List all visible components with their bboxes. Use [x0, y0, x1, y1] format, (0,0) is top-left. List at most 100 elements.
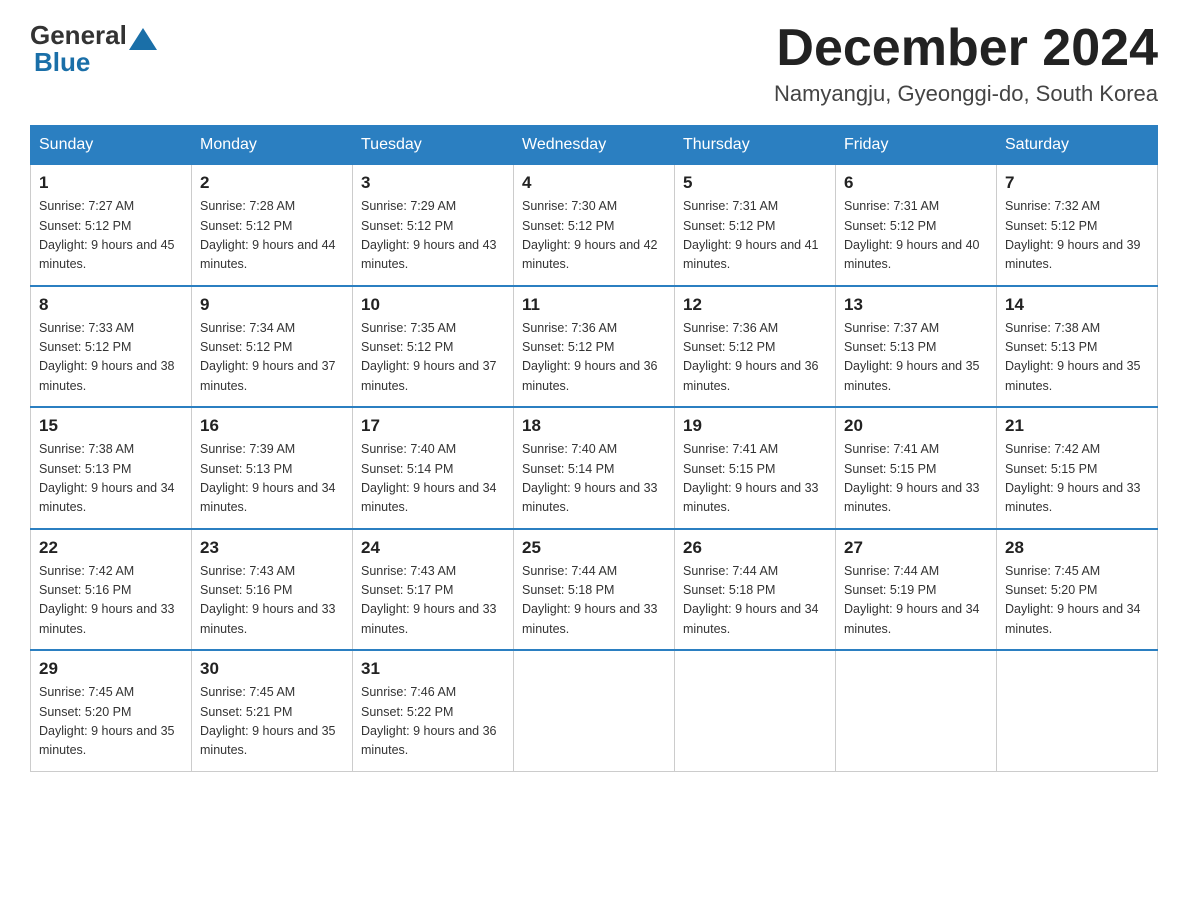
day-number: 15: [39, 416, 183, 436]
day-number: 10: [361, 295, 505, 315]
day-number: 11: [522, 295, 666, 315]
table-row: 14 Sunrise: 7:38 AMSunset: 5:13 PMDayligh…: [997, 286, 1158, 408]
day-info: Sunrise: 7:27 AMSunset: 5:12 PMDaylight:…: [39, 197, 183, 275]
day-number: 6: [844, 173, 988, 193]
calendar-week-row: 8 Sunrise: 7:33 AMSunset: 5:12 PMDaylight…: [31, 286, 1158, 408]
table-row: 24 Sunrise: 7:43 AMSunset: 5:17 PMDayligh…: [353, 529, 514, 651]
day-number: 31: [361, 659, 505, 679]
day-number: 3: [361, 173, 505, 193]
table-row: [675, 650, 836, 771]
table-row: 8 Sunrise: 7:33 AMSunset: 5:12 PMDaylight…: [31, 286, 192, 408]
day-info: Sunrise: 7:38 AMSunset: 5:13 PMDaylight:…: [1005, 319, 1149, 397]
day-info: Sunrise: 7:43 AMSunset: 5:16 PMDaylight:…: [200, 562, 344, 640]
table-row: 23 Sunrise: 7:43 AMSunset: 5:16 PMDayligh…: [192, 529, 353, 651]
day-number: 22: [39, 538, 183, 558]
day-info: Sunrise: 7:30 AMSunset: 5:12 PMDaylight:…: [522, 197, 666, 275]
table-row: 7 Sunrise: 7:32 AMSunset: 5:12 PMDaylight…: [997, 165, 1158, 286]
day-info: Sunrise: 7:36 AMSunset: 5:12 PMDaylight:…: [683, 319, 827, 397]
day-number: 30: [200, 659, 344, 679]
day-number: 2: [200, 173, 344, 193]
table-row: 1 Sunrise: 7:27 AMSunset: 5:12 PMDaylight…: [31, 165, 192, 286]
table-row: [997, 650, 1158, 771]
day-number: 19: [683, 416, 827, 436]
header-tuesday: Tuesday: [353, 126, 514, 165]
logo: General Blue: [30, 20, 159, 78]
header-wednesday: Wednesday: [514, 126, 675, 165]
table-row: 22 Sunrise: 7:42 AMSunset: 5:16 PMDayligh…: [31, 529, 192, 651]
day-info: Sunrise: 7:36 AMSunset: 5:12 PMDaylight:…: [522, 319, 666, 397]
table-row: 19 Sunrise: 7:41 AMSunset: 5:15 PMDayligh…: [675, 407, 836, 529]
day-info: Sunrise: 7:41 AMSunset: 5:15 PMDaylight:…: [844, 440, 988, 518]
day-info: Sunrise: 7:44 AMSunset: 5:19 PMDaylight:…: [844, 562, 988, 640]
day-info: Sunrise: 7:31 AMSunset: 5:12 PMDaylight:…: [844, 197, 988, 275]
day-number: 26: [683, 538, 827, 558]
day-info: Sunrise: 7:45 AMSunset: 5:21 PMDaylight:…: [200, 683, 344, 761]
logo-triangle-icon: [129, 28, 157, 50]
header-sunday: Sunday: [31, 126, 192, 165]
day-number: 9: [200, 295, 344, 315]
table-row: 25 Sunrise: 7:44 AMSunset: 5:18 PMDayligh…: [514, 529, 675, 651]
day-info: Sunrise: 7:44 AMSunset: 5:18 PMDaylight:…: [522, 562, 666, 640]
table-row: 20Sunrise: 7:41 AMSunset: 5:15 PMDayligh…: [836, 407, 997, 529]
day-number: 23: [200, 538, 344, 558]
table-row: 30 Sunrise: 7:45 AMSunset: 5:21 PMDayligh…: [192, 650, 353, 771]
table-row: [836, 650, 997, 771]
day-info: Sunrise: 7:40 AMSunset: 5:14 PMDaylight:…: [522, 440, 666, 518]
table-row: 17 Sunrise: 7:40 AMSunset: 5:14 PMDayligh…: [353, 407, 514, 529]
month-year-title: December 2024: [774, 20, 1158, 77]
calendar-week-row: 29Sunrise: 7:45 AMSunset: 5:20 PMDayligh…: [31, 650, 1158, 771]
day-number: 4: [522, 173, 666, 193]
day-number: 29: [39, 659, 183, 679]
calendar-table: Sunday Monday Tuesday Wednesday Thursday…: [30, 125, 1158, 772]
day-number: 7: [1005, 173, 1149, 193]
day-info: Sunrise: 7:38 AMSunset: 5:13 PMDaylight:…: [39, 440, 183, 518]
table-row: 31Sunrise: 7:46 AMSunset: 5:22 PMDayligh…: [353, 650, 514, 771]
day-number: 24: [361, 538, 505, 558]
header-monday: Monday: [192, 126, 353, 165]
day-number: 1: [39, 173, 183, 193]
table-row: 9 Sunrise: 7:34 AMSunset: 5:12 PMDaylight…: [192, 286, 353, 408]
day-info: Sunrise: 7:34 AMSunset: 5:12 PMDaylight:…: [200, 319, 344, 397]
day-info: Sunrise: 7:29 AMSunset: 5:12 PMDaylight:…: [361, 197, 505, 275]
table-row: 11 Sunrise: 7:36 AMSunset: 5:12 PMDayligh…: [514, 286, 675, 408]
header-thursday: Thursday: [675, 126, 836, 165]
day-number: 21: [1005, 416, 1149, 436]
day-info: Sunrise: 7:43 AMSunset: 5:17 PMDaylight:…: [361, 562, 505, 640]
table-row: 3 Sunrise: 7:29 AMSunset: 5:12 PMDaylight…: [353, 165, 514, 286]
table-row: 5 Sunrise: 7:31 AMSunset: 5:12 PMDaylight…: [675, 165, 836, 286]
location-subtitle: Namyangju, Gyeonggi-do, South Korea: [774, 81, 1158, 107]
logo-blue: Blue: [34, 47, 90, 77]
header: General Blue December 2024 Namyangju, Gy…: [30, 20, 1158, 107]
day-info: Sunrise: 7:33 AMSunset: 5:12 PMDaylight:…: [39, 319, 183, 397]
table-row: 27Sunrise: 7:44 AMSunset: 5:19 PMDayligh…: [836, 529, 997, 651]
table-row: 2 Sunrise: 7:28 AMSunset: 5:12 PMDaylight…: [192, 165, 353, 286]
day-number: 25: [522, 538, 666, 558]
day-number: 17: [361, 416, 505, 436]
day-info: Sunrise: 7:39 AMSunset: 5:13 PMDaylight:…: [200, 440, 344, 518]
table-row: 26 Sunrise: 7:44 AMSunset: 5:18 PMDayligh…: [675, 529, 836, 651]
day-number: 18: [522, 416, 666, 436]
table-row: 12Sunrise: 7:36 AMSunset: 5:12 PMDayligh…: [675, 286, 836, 408]
table-row: 15 Sunrise: 7:38 AMSunset: 5:13 PMDayligh…: [31, 407, 192, 529]
day-number: 5: [683, 173, 827, 193]
table-row: 4 Sunrise: 7:30 AMSunset: 5:12 PMDaylight…: [514, 165, 675, 286]
day-info: Sunrise: 7:40 AMSunset: 5:14 PMDaylight:…: [361, 440, 505, 518]
table-row: 29Sunrise: 7:45 AMSunset: 5:20 PMDayligh…: [31, 650, 192, 771]
table-row: 16 Sunrise: 7:39 AMSunset: 5:13 PMDayligh…: [192, 407, 353, 529]
day-number: 28: [1005, 538, 1149, 558]
day-info: Sunrise: 7:42 AMSunset: 5:16 PMDaylight:…: [39, 562, 183, 640]
day-info: Sunrise: 7:32 AMSunset: 5:12 PMDaylight:…: [1005, 197, 1149, 275]
day-number: 14: [1005, 295, 1149, 315]
header-friday: Friday: [836, 126, 997, 165]
day-info: Sunrise: 7:28 AMSunset: 5:12 PMDaylight:…: [200, 197, 344, 275]
days-of-week-row: Sunday Monday Tuesday Wednesday Thursday…: [31, 126, 1158, 165]
day-info: Sunrise: 7:41 AMSunset: 5:15 PMDaylight:…: [683, 440, 827, 518]
day-number: 8: [39, 295, 183, 315]
day-number: 16: [200, 416, 344, 436]
day-info: Sunrise: 7:44 AMSunset: 5:18 PMDaylight:…: [683, 562, 827, 640]
table-row: 28Sunrise: 7:45 AMSunset: 5:20 PMDayligh…: [997, 529, 1158, 651]
table-row: 6 Sunrise: 7:31 AMSunset: 5:12 PMDaylight…: [836, 165, 997, 286]
day-info: Sunrise: 7:31 AMSunset: 5:12 PMDaylight:…: [683, 197, 827, 275]
header-saturday: Saturday: [997, 126, 1158, 165]
day-info: Sunrise: 7:42 AMSunset: 5:15 PMDaylight:…: [1005, 440, 1149, 518]
